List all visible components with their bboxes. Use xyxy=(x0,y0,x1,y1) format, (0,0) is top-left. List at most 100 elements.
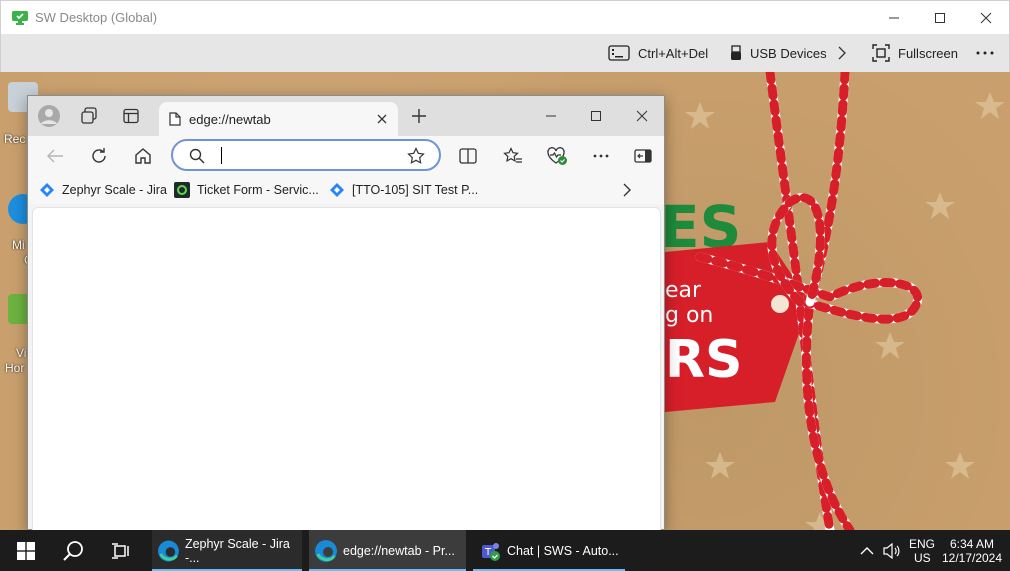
browser-close-button[interactable] xyxy=(630,104,654,128)
workspaces-icon xyxy=(81,107,97,124)
svg-text:RS: RS xyxy=(665,330,743,390)
taskbar-app-label: Zephyr Scale - Jira -... xyxy=(184,536,290,565)
browser-minimize-button[interactable] xyxy=(539,104,563,128)
favorite-item-ticket-form[interactable]: Ticket Form - Servic... xyxy=(174,181,319,199)
favorites-overflow-button[interactable] xyxy=(622,181,632,199)
fullscreen-label: Fullscreen xyxy=(898,45,958,61)
teams-icon: T xyxy=(482,542,500,561)
favorite-star-icon[interactable] xyxy=(407,147,425,165)
sw-desktop-icon xyxy=(12,10,28,25)
back-button[interactable] xyxy=(41,143,69,169)
volume-button[interactable] xyxy=(883,530,901,571)
jira-icon xyxy=(40,183,54,197)
split-screen-icon xyxy=(459,148,477,164)
jira-icon xyxy=(330,183,344,197)
edge-browser-window: edge://newtab Zephyr Scale - Jira Ticket… xyxy=(27,95,665,531)
profile-avatar-icon xyxy=(38,105,60,127)
address-bar[interactable] xyxy=(171,139,441,171)
page-content[interactable] xyxy=(32,207,661,531)
volume-icon xyxy=(883,542,900,559)
close-button[interactable] xyxy=(963,1,1009,35)
home-button[interactable] xyxy=(129,143,157,169)
favorites-button[interactable] xyxy=(499,143,527,169)
show-hidden-icons-button[interactable] xyxy=(860,530,874,571)
browser-essentials-button[interactable] xyxy=(543,143,571,169)
refresh-icon xyxy=(92,148,106,163)
tab-newtab[interactable]: edge://newtab xyxy=(159,102,398,136)
windows-logo-icon xyxy=(17,541,35,560)
search-icon xyxy=(189,148,205,164)
taskbar-app-teams[interactable]: T Chat | SWS - Auto... xyxy=(473,530,625,571)
back-arrow-icon xyxy=(47,149,63,163)
new-tab-button[interactable] xyxy=(407,104,431,128)
task-view-icon xyxy=(112,542,129,559)
taskbar-app-label: Chat | SWS - Auto... xyxy=(507,543,619,558)
heart-pulse-icon xyxy=(547,147,567,165)
browser-maximize-button[interactable] xyxy=(584,104,608,128)
maximize-icon xyxy=(935,13,945,23)
outer-window-title: SW Desktop (Global) xyxy=(35,10,158,25)
svg-text:g on: g on xyxy=(665,303,713,328)
profile-button[interactable] xyxy=(37,104,61,128)
language-indicator[interactable]: ENG US xyxy=(909,530,935,571)
desktop-label-recycle: Rec xyxy=(4,132,26,146)
minimize-icon xyxy=(546,115,556,117)
sidebar-toggle-button[interactable] xyxy=(629,143,657,169)
refresh-button[interactable] xyxy=(85,143,113,169)
favorites-bar: Zephyr Scale - Jira Ticket Form - Servic… xyxy=(28,176,664,204)
clock-time: 6:34 AM xyxy=(949,536,995,551)
ctrl-alt-del-button[interactable]: Ctrl+Alt+Del xyxy=(608,34,708,72)
ctrl-alt-del-label: Ctrl+Alt+Del xyxy=(638,45,709,61)
favorite-label: [TTO-105] SIT Test P... xyxy=(352,183,479,197)
favorite-item-tto-105[interactable]: [TTO-105] SIT Test P... xyxy=(329,181,478,199)
navigation-bar xyxy=(28,136,664,176)
clock[interactable]: 6:34 AM 12/17/2024 xyxy=(940,530,1004,571)
split-screen-button[interactable] xyxy=(454,143,482,169)
search-icon xyxy=(63,540,83,561)
usb-icon xyxy=(731,45,741,60)
more-options-button[interactable] xyxy=(975,34,1003,72)
desktop-label-horizon-1: Vi xyxy=(16,346,27,360)
fullscreen-button[interactable]: Fullscreen xyxy=(872,34,958,72)
usb-devices-button[interactable]: USB Devices xyxy=(730,34,827,72)
close-icon xyxy=(377,114,387,124)
sidebar-icon xyxy=(634,149,652,163)
remote-toolbar: Ctrl+Alt+Del USB Devices Fullscreen xyxy=(0,34,1010,72)
svg-text:ear: ear xyxy=(665,278,702,303)
home-icon xyxy=(135,148,151,164)
address-input[interactable] xyxy=(213,147,393,165)
favorites-icon xyxy=(503,147,522,163)
chevron-right-icon xyxy=(838,46,846,60)
desktop-label-edge-1: Mi xyxy=(12,238,25,252)
clock-date: 12/17/2024 xyxy=(941,550,1003,565)
settings-more-button[interactable] xyxy=(587,143,615,169)
start-button[interactable] xyxy=(8,530,44,571)
tab-actions-button[interactable] xyxy=(119,104,143,128)
chevron-right-icon xyxy=(623,183,631,197)
close-icon xyxy=(636,110,648,122)
minimize-button[interactable] xyxy=(871,1,917,35)
more-icon xyxy=(593,154,609,158)
favorite-item-zephyr[interactable]: Zephyr Scale - Jira xyxy=(39,181,167,199)
language-label: ENG xyxy=(909,536,936,551)
tab-title: edge://newtab xyxy=(189,111,271,127)
favorite-label: Ticket Form - Servic... xyxy=(197,183,319,197)
edge-icon xyxy=(158,540,179,561)
favorite-label: Zephyr Scale - Jira xyxy=(62,183,167,197)
usb-devices-label: USB Devices xyxy=(750,45,827,61)
maximize-button[interactable] xyxy=(917,1,963,35)
taskbar: Zephyr Scale - Jira -... edge://newtab -… xyxy=(0,530,1010,571)
plus-icon xyxy=(412,109,426,123)
toolbar-expand-button[interactable] xyxy=(837,34,855,72)
taskbar-app-zephyr[interactable]: Zephyr Scale - Jira -... xyxy=(152,530,302,571)
tab-actions-icon xyxy=(123,108,139,124)
taskbar-app-label: edge://newtab - Pr... xyxy=(343,543,455,558)
search-button[interactable] xyxy=(56,530,92,571)
tab-close-button[interactable] xyxy=(374,111,390,127)
workspaces-button[interactable] xyxy=(77,104,101,128)
fullscreen-icon xyxy=(872,44,890,62)
task-view-button[interactable] xyxy=(103,530,139,571)
edge-icon xyxy=(315,539,337,562)
outer-title-bar: SW Desktop (Global) xyxy=(0,0,1010,34)
taskbar-app-newtab[interactable]: edge://newtab - Pr... xyxy=(309,530,466,571)
